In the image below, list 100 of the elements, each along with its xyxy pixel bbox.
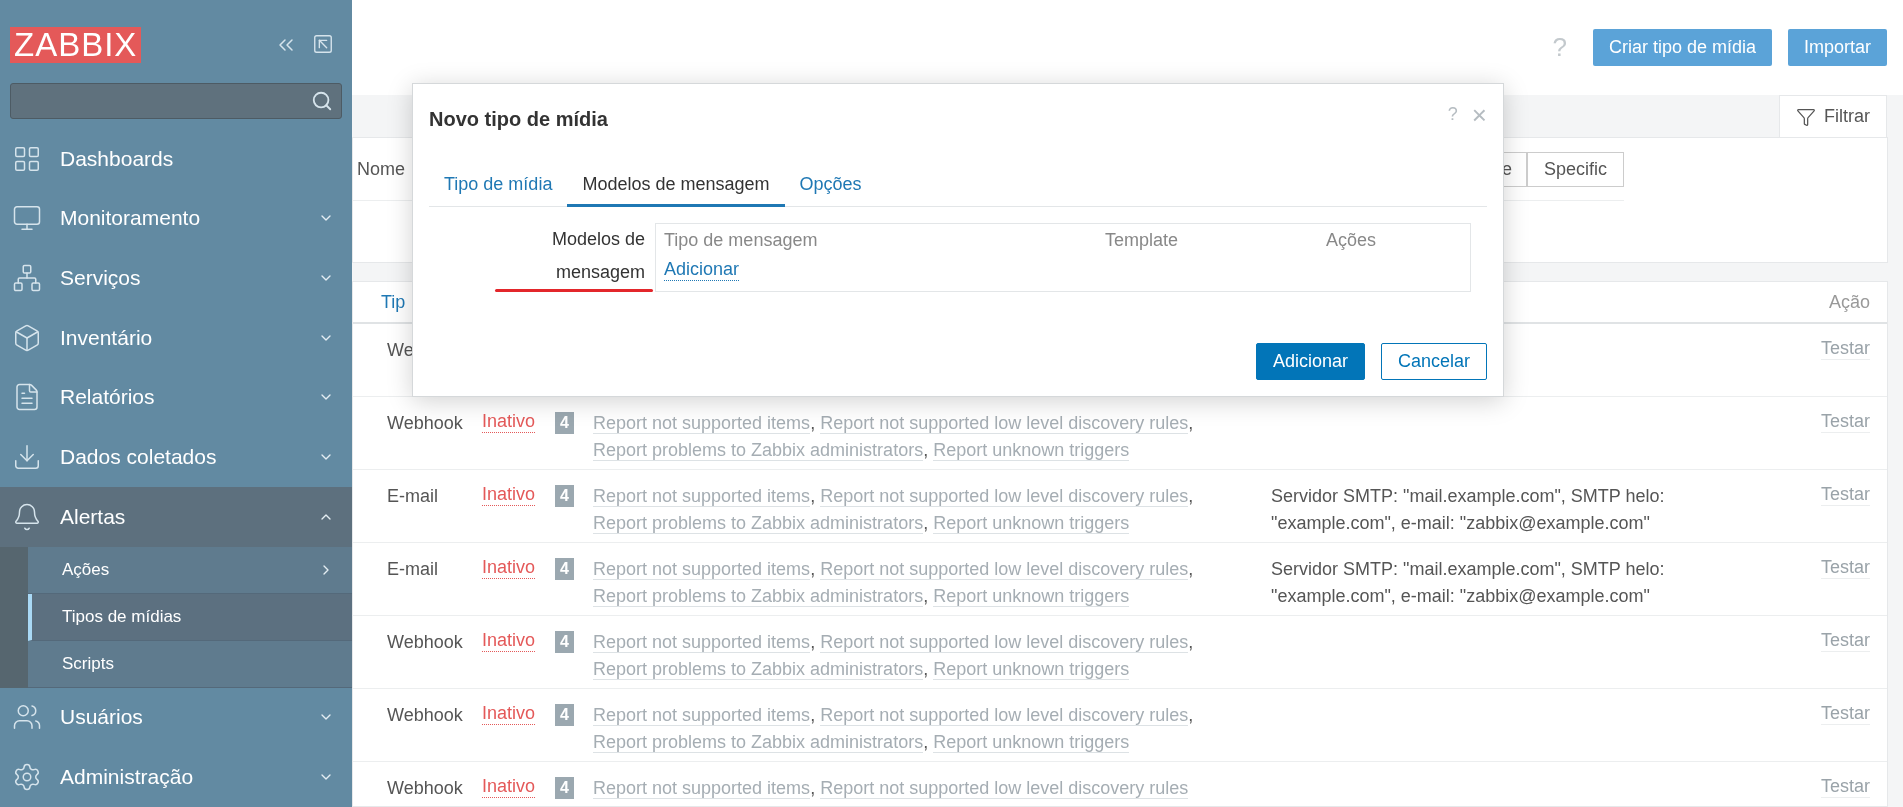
action-link[interactable]: Report not supported low level discovery rules bbox=[820, 486, 1189, 507]
column-header: Ações bbox=[1326, 230, 1378, 251]
count-badge: 4 bbox=[555, 485, 574, 507]
separator-comma: , bbox=[1188, 705, 1194, 725]
action-link[interactable]: Report not supported low level discovery rules bbox=[820, 632, 1189, 653]
segment-button[interactable]: Specific bbox=[1526, 151, 1624, 187]
action-link[interactable]: Report not supported low level discovery rules bbox=[820, 778, 1189, 799]
status-link[interactable]: Inativo bbox=[482, 702, 536, 725]
sidebar-item[interactable]: Inventário bbox=[0, 307, 352, 368]
field-label: Nome bbox=[357, 158, 405, 180]
status-link[interactable]: Inativo bbox=[482, 556, 536, 579]
bell-icon bbox=[12, 501, 42, 532]
type-cell-text: E-mail bbox=[387, 485, 439, 508]
status-link[interactable]: Inativo bbox=[482, 410, 536, 433]
action-link[interactable]: Report unknown triggers bbox=[933, 513, 1130, 534]
details-text: Servidor SMTP: "mail.example.com", SMTP helo: "example.com", e-mail: "zabbix@example.com" bbox=[1270, 485, 1666, 535]
separator-comma: , bbox=[1188, 632, 1194, 652]
sidebar-item[interactable]: Usuários bbox=[0, 687, 352, 748]
separator-comma: , bbox=[1188, 486, 1194, 506]
column-header: Ação bbox=[1828, 291, 1870, 313]
action-link[interactable]: Report not supported items bbox=[593, 632, 811, 653]
separator-comma: , bbox=[923, 732, 929, 752]
tab[interactable]: Tipo de mídia bbox=[429, 165, 568, 207]
sidebar-item[interactable]: Dashboards bbox=[0, 128, 352, 189]
filter-icon bbox=[1796, 106, 1816, 127]
hierarchy-icon bbox=[12, 263, 42, 294]
action-link[interactable]: Report problems to Zabbix administrators bbox=[593, 440, 924, 461]
tab[interactable]: Opções bbox=[784, 165, 877, 207]
action-link[interactable]: Report problems to Zabbix administrators bbox=[593, 586, 924, 607]
separator-comma: , bbox=[923, 659, 929, 679]
action-link[interactable]: Report unknown triggers bbox=[933, 586, 1130, 607]
status-link[interactable]: Inativo bbox=[482, 775, 536, 798]
column-header[interactable]: Tip bbox=[381, 291, 406, 313]
action-link[interactable]: Report unknown triggers bbox=[933, 732, 1130, 753]
action-link[interactable]: Report not supported low level discovery rules bbox=[820, 559, 1189, 580]
type-cell-text: We bbox=[387, 339, 415, 362]
separator-comma: , bbox=[810, 413, 816, 433]
add-button[interactable]: Adicionar bbox=[1255, 343, 1365, 380]
action-link[interactable]: Report problems to Zabbix administrators bbox=[593, 659, 924, 680]
separator-comma: , bbox=[810, 632, 816, 652]
expand-icon[interactable] bbox=[312, 33, 334, 55]
separator-comma: , bbox=[810, 778, 816, 798]
separator-comma: , bbox=[810, 559, 816, 579]
sidebar-item[interactable]: Serviços bbox=[0, 248, 352, 308]
action-link[interactable]: Report not supported items bbox=[593, 486, 811, 507]
sidebar-item[interactable]: Dados coletados bbox=[0, 427, 352, 487]
sidebar-item[interactable]: Monitoramento bbox=[0, 188, 352, 249]
type-cell-text: Webhook bbox=[387, 777, 464, 800]
box-icon bbox=[12, 322, 42, 353]
filter-label: Filtrar bbox=[1824, 106, 1870, 127]
cancel-button[interactable]: Cancelar bbox=[1380, 343, 1487, 380]
add-link[interactable]: Adicionar bbox=[664, 259, 740, 281]
action-link[interactable]: Report problems to Zabbix administrators bbox=[593, 732, 924, 753]
separator-comma: , bbox=[923, 586, 929, 606]
action-link[interactable]: Report not supported items bbox=[593, 413, 811, 434]
action-link[interactable]: Report not supported items bbox=[593, 559, 811, 580]
type-cell-text: Webhook bbox=[387, 704, 464, 727]
close-button[interactable]: × bbox=[1471, 104, 1487, 125]
help-icon[interactable]: ? bbox=[1552, 32, 1567, 63]
logo: ZABBIX bbox=[10, 27, 142, 63]
action-link[interactable]: Report not supported low level discovery rules bbox=[820, 413, 1189, 434]
settings-icon bbox=[12, 762, 42, 793]
separator-comma: , bbox=[923, 513, 929, 533]
action-link[interactable]: Report not supported low level discovery rules bbox=[820, 705, 1189, 726]
sidebar-item[interactable]: Alertas bbox=[0, 486, 352, 547]
count-badge: 4 bbox=[555, 777, 574, 799]
status-link[interactable]: Inativo bbox=[482, 483, 536, 506]
action-link[interactable]: Report not supported items bbox=[593, 778, 811, 799]
sidebar-item[interactable]: Administração bbox=[0, 747, 352, 807]
separator-comma: , bbox=[810, 705, 816, 725]
separator-comma: , bbox=[1188, 559, 1194, 579]
submenu-item[interactable]: Tipos de mídias bbox=[28, 593, 352, 641]
count-badge: 4 bbox=[555, 704, 574, 726]
search-icon[interactable] bbox=[311, 89, 333, 112]
sidebar-item[interactable]: Relatórios bbox=[0, 367, 352, 428]
count-badge: 4 bbox=[555, 558, 574, 580]
tab[interactable]: Modelos de mensagem bbox=[567, 165, 785, 207]
action-link[interactable]: Report unknown triggers bbox=[933, 440, 1130, 461]
action-link[interactable]: Report problems to Zabbix administrators bbox=[593, 513, 924, 534]
header-button[interactable]: Criar tipo de mídia bbox=[1592, 29, 1772, 66]
action-link[interactable]: Report unknown triggers bbox=[933, 659, 1130, 680]
type-cell-text: E-mail bbox=[387, 558, 439, 581]
separator-comma: , bbox=[923, 440, 929, 460]
dialog-title: Novo tipo de mídia bbox=[429, 107, 608, 131]
help-icon[interactable]: ? bbox=[1447, 104, 1458, 125]
count-badge: 4 bbox=[555, 412, 574, 434]
search-field[interactable] bbox=[10, 83, 342, 119]
type-cell-text: Webhook bbox=[387, 412, 464, 435]
action-link[interactable]: Report not supported items bbox=[593, 705, 811, 726]
details-text: Servidor SMTP: "mail.example.com", SMTP helo: "example.com", e-mail: "zabbix@example.com" bbox=[1270, 558, 1666, 608]
separator-comma: , bbox=[810, 486, 816, 506]
count-badge: 4 bbox=[555, 631, 574, 653]
field-label: Modelos de mensagem bbox=[550, 228, 645, 284]
column-header: Tipo de mensagem bbox=[664, 230, 819, 251]
type-cell-text: Webhook bbox=[387, 631, 464, 654]
status-link[interactable]: Inativo bbox=[482, 629, 536, 652]
header-button[interactable]: Importar bbox=[1787, 29, 1887, 66]
filter-tab[interactable]: Filtrar bbox=[1779, 95, 1887, 137]
column-header: Template bbox=[1105, 230, 1180, 251]
separator-comma: , bbox=[1188, 413, 1194, 433]
